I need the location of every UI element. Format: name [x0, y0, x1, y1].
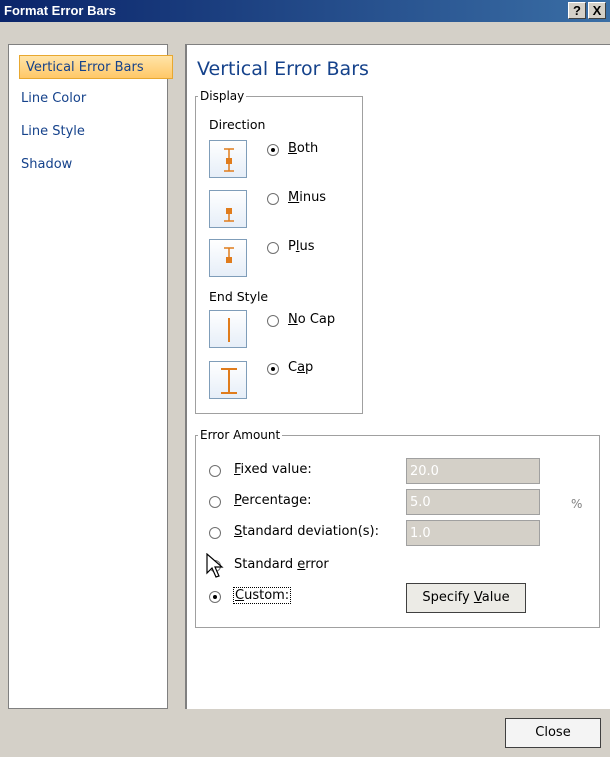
label-nocap[interactable]: No Cap — [288, 312, 335, 327]
radio-percentage[interactable] — [209, 496, 221, 508]
radio-both[interactable] — [267, 144, 279, 156]
sidebar: Vertical Error Bars Line Color Line Styl… — [8, 44, 173, 709]
error-bar-minus-icon — [224, 208, 234, 222]
label-fixed-value[interactable]: Fixed value: — [234, 462, 312, 477]
error-bar-nocap-icon — [228, 318, 230, 342]
title-bar: Format Error Bars ? X — [0, 0, 610, 22]
label-minus[interactable]: Minus — [288, 190, 326, 205]
window-title: Format Error Bars — [4, 3, 116, 18]
fixed-value-input[interactable]: 20.0 — [406, 458, 540, 484]
error-amount-legend: Error Amount — [200, 428, 281, 442]
error-bar-plus-icon — [224, 247, 234, 263]
end-style-label: End Style — [209, 289, 269, 304]
radio-custom[interactable] — [209, 591, 221, 603]
sidebar-item-line-style[interactable]: Line Style — [15, 120, 167, 144]
mouse-pointer-icon — [206, 553, 224, 578]
help-button[interactable]: ? — [568, 2, 586, 19]
main-panel: Vertical Error Bars Display Direction Bo… — [185, 44, 610, 709]
percentage-input[interactable]: 5.0 — [406, 489, 540, 515]
percent-unit: % — [571, 497, 583, 511]
radio-cap[interactable] — [267, 363, 279, 375]
endstyle-cap-button[interactable] — [209, 361, 247, 399]
label-std-deviation[interactable]: Standard deviation(s): — [234, 524, 379, 539]
direction-label: Direction — [209, 117, 266, 132]
direction-minus-button[interactable] — [209, 190, 247, 228]
direction-plus-button[interactable] — [209, 239, 247, 277]
label-custom[interactable]: Custom: — [232, 587, 292, 604]
radio-fixed-value[interactable] — [209, 465, 221, 477]
direction-both-button[interactable] — [209, 140, 247, 178]
sidebar-item-vertical-error-bars[interactable]: Vertical Error Bars — [19, 55, 173, 79]
sidebar-item-shadow[interactable]: Shadow — [15, 153, 167, 177]
label-both[interactable]: Both — [288, 141, 318, 156]
display-legend: Display — [200, 89, 245, 103]
specify-value-button[interactable]: Specify Value — [406, 583, 526, 613]
radio-std-deviation[interactable] — [209, 527, 221, 539]
label-std-error[interactable]: Standard error — [234, 557, 329, 572]
page-title: Vertical Error Bars — [197, 58, 369, 80]
radio-plus[interactable] — [267, 242, 279, 254]
label-plus[interactable]: Plus — [288, 239, 314, 254]
label-percentage[interactable]: Percentage: — [234, 493, 312, 508]
std-deviation-input[interactable]: 1.0 — [406, 520, 540, 546]
error-bar-both-icon — [224, 148, 234, 172]
close-window-button[interactable]: X — [588, 2, 606, 19]
sidebar-item-line-color[interactable]: Line Color — [15, 87, 167, 111]
radio-nocap[interactable] — [267, 315, 279, 327]
endstyle-nocap-button[interactable] — [209, 310, 247, 348]
radio-minus[interactable] — [267, 193, 279, 205]
label-cap[interactable]: Cap — [288, 360, 313, 375]
close-button[interactable]: Close — [505, 718, 601, 748]
error-bar-cap-icon — [221, 368, 237, 394]
